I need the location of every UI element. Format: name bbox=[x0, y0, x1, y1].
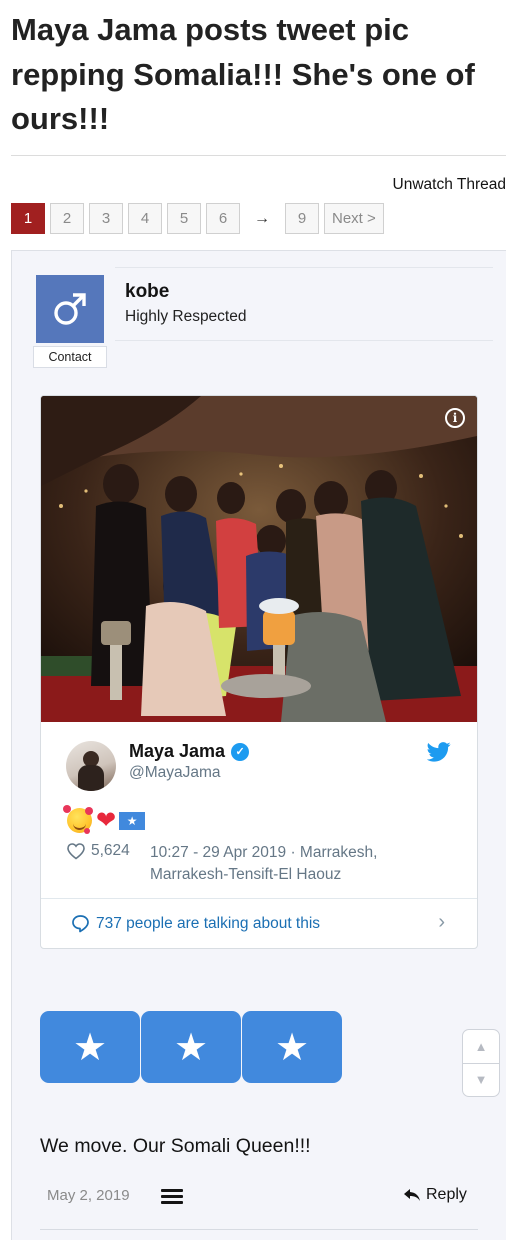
next-page-button[interactable]: Next > bbox=[324, 203, 384, 234]
page-4-button[interactable]: 4 bbox=[128, 203, 162, 234]
chevron-right-icon[interactable]: › bbox=[438, 911, 445, 934]
smiling-face-hearts-icon bbox=[63, 805, 92, 833]
talking-link-text: 737 people are talking about this bbox=[96, 914, 321, 932]
post-message: We move. Our Somali Queen!!! bbox=[40, 1135, 311, 1157]
post-container: Contact kobe Highly Respected i Maya Jam… bbox=[11, 250, 506, 1240]
title-divider bbox=[11, 155, 506, 156]
username[interactable]: kobe bbox=[125, 281, 169, 303]
star-icon: ★ bbox=[242, 1011, 342, 1083]
scroll-down-button[interactable]: ▼ bbox=[463, 1062, 499, 1097]
somalia-flag-icon: ★ bbox=[119, 811, 146, 830]
unwatch-thread-link[interactable]: Unwatch Thread bbox=[393, 176, 506, 194]
comment-bubble-icon bbox=[72, 915, 89, 933]
tweet-author-name-text: Maya Jama bbox=[129, 741, 226, 761]
user-avatar[interactable] bbox=[36, 275, 104, 343]
scroll-buttons: ▲ ▼ bbox=[462, 1029, 500, 1097]
somali-flag-stars: ★ ★ ★ bbox=[40, 1011, 343, 1083]
heart-outline-icon bbox=[67, 842, 85, 860]
contact-button[interactable]: Contact bbox=[33, 346, 107, 368]
tweet-timestamp-location[interactable]: 10:27 - 29 Apr 2019 · Marrakesh, Marrake… bbox=[150, 842, 450, 886]
info-icon[interactable]: i bbox=[445, 408, 465, 428]
tweet-author-name[interactable]: Maya Jama ✓ bbox=[129, 741, 250, 762]
post-date[interactable]: May 2, 2019 bbox=[47, 1187, 130, 1204]
talking-link[interactable]: 737 people are talking about this bbox=[71, 914, 320, 933]
star-icon: ★ bbox=[141, 1011, 241, 1083]
reply-button[interactable]: Reply bbox=[403, 1186, 467, 1204]
tweet-emojis: ❤ ★ bbox=[63, 805, 146, 834]
reply-arrow-icon bbox=[404, 1189, 420, 1201]
tweet-photo[interactable]: i bbox=[41, 396, 477, 722]
page-6-button[interactable]: 6 bbox=[206, 203, 240, 234]
party-photo-image bbox=[41, 396, 477, 722]
twitter-bird-icon[interactable] bbox=[427, 742, 451, 762]
user-info-panel: kobe Highly Respected bbox=[115, 267, 493, 341]
page-9-button[interactable]: 9 bbox=[285, 203, 319, 234]
thread-title: Maya Jama posts tweet pic repping Somali… bbox=[11, 12, 475, 136]
tweet-author-avatar[interactable] bbox=[66, 741, 116, 791]
likes-count[interactable]: 5,624 bbox=[67, 842, 130, 860]
page-5-button[interactable]: 5 bbox=[167, 203, 201, 234]
user-title: Highly Respected bbox=[125, 308, 247, 325]
likes-count-text: 5,624 bbox=[91, 842, 130, 859]
page-3-button[interactable]: 3 bbox=[89, 203, 123, 234]
verified-badge-icon: ✓ bbox=[231, 742, 250, 761]
red-heart-icon: ❤ bbox=[96, 806, 117, 834]
post-footer-divider bbox=[40, 1229, 478, 1230]
embedded-tweet[interactable]: i Maya Jama ✓ @MayaJama ❤ ★ 5,624 10:27 … bbox=[40, 395, 478, 949]
scroll-up-button[interactable]: ▲ bbox=[463, 1030, 499, 1063]
tweet-divider bbox=[41, 898, 477, 899]
page-1-button[interactable]: 1 bbox=[11, 203, 45, 234]
post-menu-icon[interactable] bbox=[161, 1189, 183, 1207]
male-symbol-icon bbox=[54, 293, 86, 325]
tweet-author-handle[interactable]: @MayaJama bbox=[129, 764, 221, 782]
pagination: 1 2 3 4 5 6 → 9 Next > bbox=[11, 203, 389, 234]
page-2-button[interactable]: 2 bbox=[50, 203, 84, 234]
page-skip-arrow: → bbox=[254, 209, 270, 227]
star-icon: ★ bbox=[40, 1011, 140, 1083]
reply-label: Reply bbox=[426, 1186, 467, 1203]
